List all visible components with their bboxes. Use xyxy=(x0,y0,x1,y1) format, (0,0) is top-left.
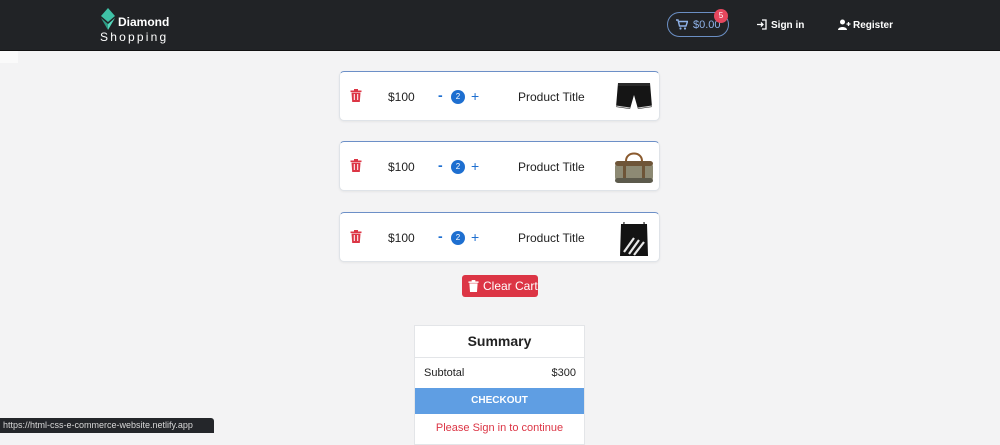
cart-item: $100 - 2 + Product Title xyxy=(339,212,660,262)
cart-item: $100 - 2 + Product Title xyxy=(339,71,660,121)
status-bar-url: https://html-css-e-commerce-website.netl… xyxy=(0,418,214,433)
navbar: Diamond Shopping $0.00 5 Sign in Registe… xyxy=(0,0,1000,51)
trash-icon[interactable] xyxy=(350,89,362,102)
register-label: Register xyxy=(853,20,894,31)
shorts-image xyxy=(615,83,653,109)
duffel-bag-image xyxy=(615,152,653,183)
increase-quantity-button[interactable]: + xyxy=(471,229,479,245)
decrease-quantity-button[interactable]: - xyxy=(438,157,443,173)
brand-subtitle: Shopping xyxy=(100,30,169,44)
item-title: Product Title xyxy=(518,231,585,245)
item-title: Product Title xyxy=(518,90,585,104)
brand-title: Diamond xyxy=(118,15,170,29)
quantity-badge: 2 xyxy=(451,160,465,174)
quantity-badge: 2 xyxy=(451,231,465,245)
checkout-button[interactable]: CHECKOUT xyxy=(415,388,584,414)
signin-label: Sign in xyxy=(771,20,805,31)
clear-cart-label: Clear Cart xyxy=(483,279,538,293)
quantity-badge: 2 xyxy=(451,90,465,104)
subtotal-value: $300 xyxy=(551,367,576,379)
diamond-logo-icon xyxy=(101,8,115,30)
item-price: $100 xyxy=(388,231,415,245)
summary-title: Summary xyxy=(415,326,584,358)
clear-cart-button[interactable]: Clear Cart xyxy=(462,275,538,297)
trash-icon xyxy=(468,280,479,292)
trash-icon[interactable] xyxy=(350,230,362,243)
signin-icon xyxy=(757,19,767,30)
logo[interactable]: Diamond Shopping xyxy=(100,6,180,46)
drawstring-backpack-image xyxy=(620,221,648,257)
item-title: Product Title xyxy=(518,160,585,174)
trash-icon[interactable] xyxy=(350,159,362,172)
increase-quantity-button[interactable]: + xyxy=(471,158,479,174)
cart-item: $100 - 2 + Product Title xyxy=(339,141,660,191)
decrease-quantity-button[interactable]: - xyxy=(438,228,443,244)
page-edge xyxy=(0,51,18,63)
increase-quantity-button[interactable]: + xyxy=(471,88,479,104)
decrease-quantity-button[interactable]: - xyxy=(438,87,443,103)
item-price: $100 xyxy=(388,160,415,174)
signin-to-continue-link[interactable]: Please Sign in to continue xyxy=(415,422,584,434)
item-price: $100 xyxy=(388,90,415,104)
add-user-icon xyxy=(838,19,851,30)
summary-card: Summary Subtotal $300 CHECKOUT Please Si… xyxy=(414,325,585,445)
cart-count-badge: 5 xyxy=(714,9,728,23)
subtotal-label: Subtotal xyxy=(424,367,465,379)
cart-icon xyxy=(676,19,688,30)
